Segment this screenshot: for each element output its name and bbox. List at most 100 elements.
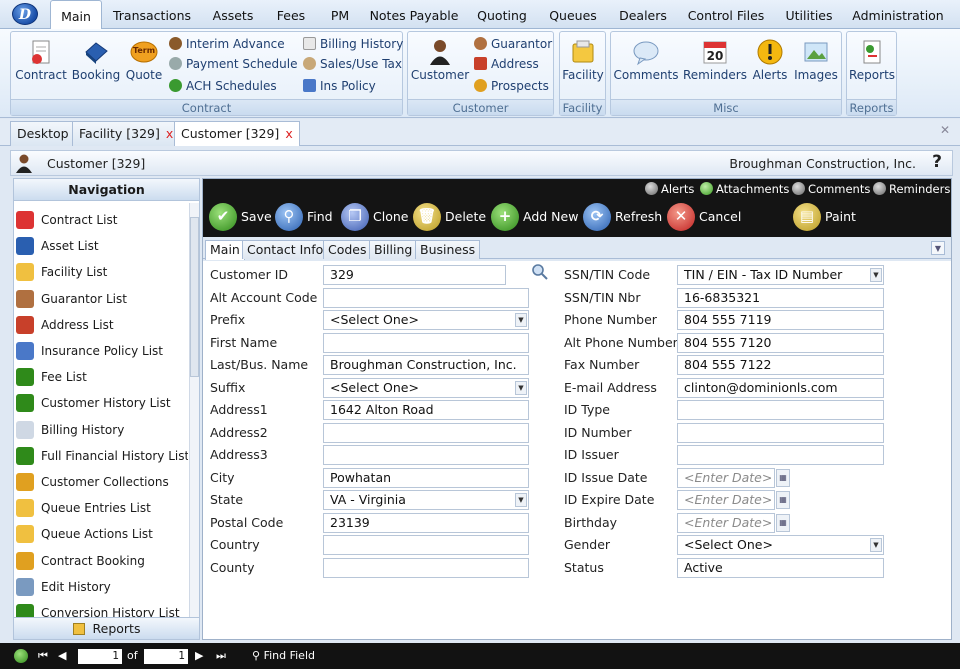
phone-number-field[interactable]: 804 555 7119 bbox=[677, 310, 884, 330]
nav-item-contract-booking[interactable]: Contract Booking bbox=[16, 548, 188, 574]
nav-item-billing-history[interactable]: Billing History bbox=[16, 417, 188, 443]
images-button[interactable]: Images bbox=[793, 34, 839, 94]
close-tab-icon[interactable]: x bbox=[166, 126, 173, 141]
menu-pm[interactable]: PM bbox=[320, 0, 360, 29]
nav-item-customer-history-list[interactable]: Customer History List bbox=[16, 390, 188, 416]
alerts-button[interactable]: Alerts bbox=[749, 34, 791, 94]
id-type-field[interactable] bbox=[677, 400, 884, 420]
menu-fees[interactable]: Fees bbox=[268, 0, 314, 29]
state-select[interactable]: VA - Virginia ▼ bbox=[323, 490, 529, 510]
calendar-icon[interactable]: ▦ bbox=[776, 491, 790, 509]
find-field-button[interactable]: ⚲ Find Field bbox=[252, 643, 315, 669]
nav-item-address-list[interactable]: Address List bbox=[16, 312, 188, 338]
menu-utilities[interactable]: Utilities bbox=[778, 0, 840, 29]
last-bus-name-field[interactable]: Broughman Construction, Inc. bbox=[323, 355, 529, 375]
tab-customer-329[interactable]: Customer [329] x bbox=[174, 121, 300, 146]
quote-button[interactable]: Term Quote bbox=[123, 34, 165, 94]
address2-field[interactable] bbox=[323, 422, 529, 443]
next-page-icon[interactable]: ▶ bbox=[195, 643, 203, 669]
tab-contact-info[interactable]: Contact Info bbox=[242, 240, 329, 259]
tab-facility-329[interactable]: Facility [329] x bbox=[72, 121, 181, 146]
nav-item-queue-actions-list[interactable]: Queue Actions List bbox=[16, 521, 188, 547]
chevron-down-icon[interactable]: ▼ bbox=[515, 380, 527, 395]
county-field[interactable] bbox=[323, 557, 529, 578]
nav-item-edit-history[interactable]: Edit History bbox=[16, 574, 188, 600]
suffix-select[interactable]: <Select One> ▼ bbox=[323, 377, 529, 398]
fax-number-field[interactable]: 804 555 7122 bbox=[677, 355, 884, 375]
help-icon[interactable]: ? bbox=[932, 152, 942, 172]
alerts-toggle[interactable]: Alerts bbox=[645, 182, 694, 196]
reports-button[interactable]: Reports bbox=[849, 34, 895, 94]
attachments-toggle[interactable]: Attachments bbox=[700, 182, 789, 196]
search-icon[interactable] bbox=[531, 263, 549, 281]
first-name-field[interactable] bbox=[323, 332, 529, 353]
nav-item-facility-list[interactable]: Facility List bbox=[16, 259, 188, 285]
menu-queues[interactable]: Queues bbox=[542, 0, 604, 29]
id-number-field[interactable] bbox=[677, 422, 884, 443]
status-field[interactable]: Active bbox=[677, 557, 884, 578]
nav-item-contract-list[interactable]: Contract List bbox=[16, 207, 188, 233]
ssn-tin-nbr-field[interactable]: 16-6835321 bbox=[677, 287, 884, 308]
menu-notes-payable[interactable]: Notes Payable bbox=[366, 0, 462, 29]
contract-button[interactable]: Contract bbox=[15, 34, 67, 94]
guarantor-button[interactable]: Guarantor bbox=[474, 35, 552, 53]
chevron-down-icon[interactable]: ▼ bbox=[870, 538, 882, 552]
payment-schedule-button[interactable]: Payment Schedule bbox=[169, 55, 298, 73]
nav-item-full-financial-history-list[interactable]: Full Financial History List bbox=[16, 443, 188, 469]
billing-history-button[interactable]: Billing History bbox=[303, 35, 403, 53]
facility-button[interactable]: Facility bbox=[562, 34, 604, 94]
current-page-input[interactable]: 1 bbox=[78, 649, 122, 664]
customer-id-field[interactable]: 329 bbox=[323, 265, 506, 285]
nav-item-customer-collections[interactable]: Customer Collections bbox=[16, 469, 188, 495]
delete-button[interactable]: 🗑 Delete bbox=[413, 203, 486, 231]
previous-page-icon[interactable]: ◀ bbox=[58, 643, 66, 669]
address-button[interactable]: Address bbox=[474, 55, 539, 73]
city-field[interactable]: Powhatan bbox=[323, 467, 529, 488]
country-field[interactable] bbox=[323, 535, 529, 555]
menu-control-files[interactable]: Control Files bbox=[682, 0, 770, 29]
last-page-icon[interactable]: ⏭ bbox=[216, 643, 226, 669]
alt-phone-number-field[interactable]: 804 555 7120 bbox=[677, 332, 884, 353]
calendar-icon[interactable]: ▦ bbox=[776, 513, 790, 532]
alt-account-code-field[interactable] bbox=[323, 287, 529, 308]
save-button[interactable]: ✔ Save bbox=[209, 203, 272, 231]
scrollbar-thumb[interactable] bbox=[190, 217, 199, 377]
clone-button[interactable]: ❐ Clone bbox=[341, 203, 408, 231]
menu-transactions[interactable]: Transactions bbox=[108, 0, 196, 29]
collapse-panel-icon[interactable]: ▼ bbox=[931, 241, 945, 255]
refresh-button[interactable]: ⟳ Refresh bbox=[583, 203, 663, 231]
id-expire-date-date-input[interactable]: <Enter Date> bbox=[677, 490, 775, 510]
tab-codes[interactable]: Codes bbox=[323, 240, 372, 259]
ach-schedules-button[interactable]: ACH Schedules bbox=[169, 77, 277, 95]
reminders-button[interactable]: 20 Reminders bbox=[683, 34, 747, 94]
nav-item-fee-list[interactable]: Fee List bbox=[16, 364, 188, 390]
id-issue-date-date-input[interactable]: <Enter Date> bbox=[677, 467, 775, 488]
address3-field[interactable] bbox=[323, 445, 529, 465]
nav-item-queue-entries-list[interactable]: Queue Entries List bbox=[16, 495, 188, 521]
menu-dealers[interactable]: Dealers bbox=[612, 0, 674, 29]
id-issuer-field[interactable] bbox=[677, 445, 884, 465]
gender-select[interactable]: <Select One> ▼ bbox=[677, 535, 884, 555]
comments-toggle[interactable]: Comments bbox=[792, 182, 870, 196]
chevron-down-icon[interactable]: ▼ bbox=[870, 268, 882, 282]
interim-advance-button[interactable]: Interim Advance bbox=[169, 35, 285, 53]
address1-field[interactable]: 1642 Alton Road bbox=[323, 400, 529, 420]
app-logo[interactable]: D bbox=[12, 3, 38, 25]
comments-button[interactable]: Comments bbox=[613, 34, 679, 94]
tab-billing[interactable]: Billing bbox=[369, 240, 418, 259]
nav-item-asset-list[interactable]: Asset List bbox=[16, 233, 188, 259]
close-all-tabs-icon[interactable]: ✕ bbox=[940, 123, 950, 137]
calendar-icon[interactable]: ▦ bbox=[776, 468, 790, 487]
tab-desktop[interactable]: Desktop bbox=[10, 121, 76, 146]
menu-assets[interactable]: Assets bbox=[204, 0, 262, 29]
chevron-down-icon[interactable]: ▼ bbox=[515, 493, 527, 507]
birthday-date-input[interactable]: <Enter Date> bbox=[677, 512, 775, 533]
sales-use-tax-button[interactable]: Sales/Use Tax bbox=[303, 55, 402, 73]
first-page-icon[interactable]: ⏮ bbox=[38, 643, 48, 669]
menu-main[interactable]: Main bbox=[50, 0, 102, 30]
chevron-down-icon[interactable]: ▼ bbox=[515, 313, 527, 327]
tab-main[interactable]: Main bbox=[205, 240, 245, 260]
prefix-select[interactable]: <Select One> ▼ bbox=[323, 310, 529, 330]
postal-code-field[interactable]: 23139 bbox=[323, 512, 529, 533]
tab-business[interactable]: Business bbox=[415, 240, 481, 259]
